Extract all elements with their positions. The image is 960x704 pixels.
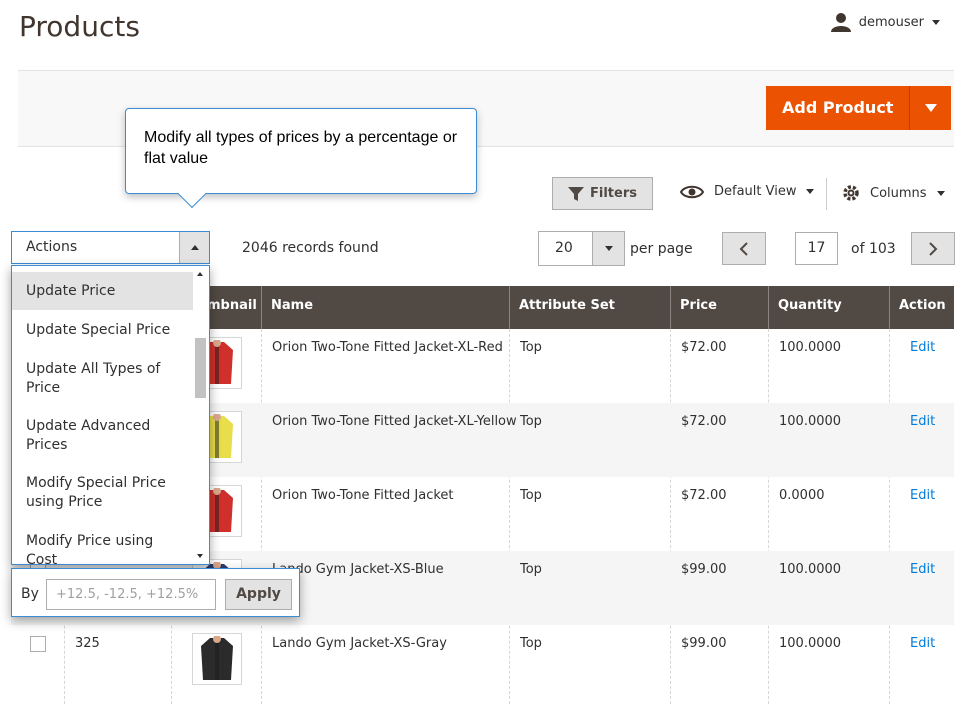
cell-attribute-set: Top [520,636,542,651]
filters-label: Filters [590,186,637,201]
toolbar-divider [826,178,827,210]
next-page-button[interactable] [911,232,955,265]
add-product-split-toggle[interactable] [909,86,951,130]
chevron-left-icon [739,241,748,256]
cell-price: $99.00 [681,636,727,651]
help-tooltip: Modify all types of prices by a percenta… [125,108,477,209]
tooltip-pointer [177,179,207,209]
column-header-name[interactable]: Name [261,286,509,329]
view-label: Default View [714,184,797,199]
product-thumbnail[interactable] [192,633,242,685]
records-count: 2046 records found [242,240,379,256]
scrollbar-thumb[interactable] [195,338,206,398]
cell-quantity: 100.0000 [779,414,842,429]
add-product-label: Add Product [782,98,894,117]
per-page-select[interactable]: 20 [538,231,625,266]
apply-button[interactable]: Apply [225,579,292,610]
columns-selector[interactable]: Columns [842,184,945,202]
chevron-up-icon [190,245,199,250]
column-header-quantity[interactable]: Quantity [768,286,890,329]
price-apply-panel: By +12.5, -12.5, +12.5% Apply [11,568,300,617]
per-page-toggle[interactable] [592,232,624,265]
cell-name: Lando Gym Jacket-XS-Gray [272,636,447,651]
cell-attribute-set: Top [520,340,542,355]
edit-link[interactable]: Edit [910,488,935,503]
menu-item-modify-special-price-using-price[interactable]: Modify Special Price using Price [12,464,194,522]
cell-quantity: 100.0000 [779,340,842,355]
page-title: Products [19,10,140,43]
user-menu[interactable]: demouser [830,12,940,32]
page-total: of 103 [851,241,896,257]
cell-price: $72.00 [681,340,727,355]
price-change-input[interactable]: +12.5, -12.5, +12.5% [46,579,216,610]
chevron-right-icon [929,241,938,256]
scroll-down-icon[interactable] [197,554,203,558]
chevron-down-icon [604,246,613,251]
cell-attribute-set: Top [520,562,542,577]
cell-price: $72.00 [681,488,727,503]
edit-link[interactable]: Edit [910,340,935,355]
chevron-down-icon [932,19,940,25]
gear-icon [843,185,859,201]
filter-icon [568,186,584,201]
menu-item-modify-price-using-cost[interactable]: Modify Price using Cost [12,522,194,564]
filters-button[interactable]: Filters [552,177,653,210]
cell-name: Orion Two-Tone Fitted Jacket [272,488,454,503]
username: demouser [858,14,924,30]
chevron-down-icon [806,189,815,194]
cell-name: Orion Two-Tone Fitted Jacket-XL-Red [272,340,503,355]
view-selector[interactable]: Default View [680,184,815,199]
by-label: By [21,586,39,602]
edit-link[interactable]: Edit [910,562,935,577]
actions-label: Actions [26,239,78,255]
cell-attribute-set: Top [520,414,542,429]
add-product-button[interactable]: Add Product [766,86,952,130]
chevron-down-icon [936,190,945,196]
user-icon [830,13,851,32]
menu-item-update-advanced-prices[interactable]: Update Advanced Prices [12,406,194,464]
menu-item-update-price[interactable]: Update Price [12,272,194,310]
columns-label: Columns [870,185,927,201]
page-number-input[interactable]: 17 [795,232,838,265]
cell-price: $72.00 [681,414,727,429]
per-page-label: per page [630,241,693,257]
cell-attribute-set: Top [520,488,542,503]
menu-item-update-all-types-of-price[interactable]: Update All Types of Price [12,348,194,406]
chevron-down-icon [924,104,937,112]
menu-item-update-special-price[interactable]: Update Special Price [12,310,194,348]
jacket-thumbnail-icon [201,636,233,680]
scroll-up-icon[interactable] [197,272,203,276]
per-page-value: 20 [555,240,573,256]
eye-icon [680,185,704,198]
cell-name: Orion Two-Tone Fitted Jacket-XL-Yellow [272,414,517,429]
cell-quantity: 0.0000 [779,488,825,503]
cell-id: 325 [75,636,100,651]
cell-price: $99.00 [681,562,727,577]
actions-toggle[interactable] [179,232,209,263]
actions-select[interactable]: Actions [11,231,210,264]
table-row[interactable]: 325 Lando Gym Jacket-XS-Gray Top $99.00 100.… [11,625,954,699]
tooltip-text: Modify all types of prices by a percenta… [144,129,458,167]
cell-quantity: 100.0000 [779,636,842,651]
prev-page-button[interactable] [722,232,766,265]
column-header-price[interactable]: Price [670,286,769,329]
row-checkbox[interactable] [30,636,46,652]
edit-link[interactable]: Edit [910,414,935,429]
column-header-attribute-set[interactable]: Attribute Set [509,286,671,329]
edit-link[interactable]: Edit [910,636,935,651]
actions-dropdown-menu: Update Price Update Special Price Update… [11,265,210,565]
column-header-action: Action [889,286,954,329]
menu-scrollbar[interactable] [193,266,209,564]
cell-quantity: 100.0000 [779,562,842,577]
